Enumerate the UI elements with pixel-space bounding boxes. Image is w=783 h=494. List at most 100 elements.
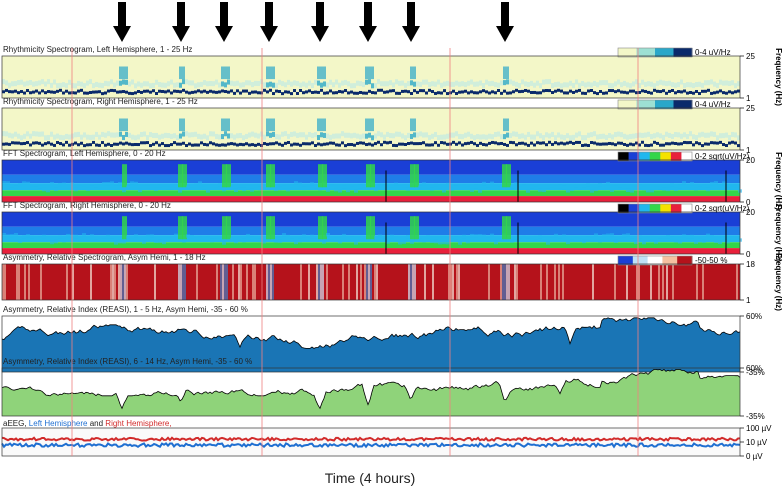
texture-band — [6, 234, 10, 238]
spectral-band — [305, 82, 308, 88]
low-frequency-band — [65, 89, 68, 93]
spectral-band — [494, 82, 497, 88]
low-frequency-band — [233, 91, 236, 95]
spectral-band — [719, 79, 722, 85]
event-band — [179, 118, 182, 132]
texture-band — [590, 189, 594, 193]
low-frequency-band — [344, 144, 347, 148]
spectral-band — [581, 81, 584, 87]
texture-band — [274, 239, 278, 243]
spectral-band — [368, 132, 371, 138]
spectral-band — [485, 134, 488, 140]
event-band — [224, 66, 227, 80]
arrow-head — [496, 26, 514, 42]
texture-band — [598, 182, 602, 187]
spectral-band — [713, 81, 716, 87]
low-frequency-band — [299, 143, 302, 147]
asymmetry-stripe — [432, 264, 434, 300]
spectral-band — [617, 79, 620, 85]
texture-band — [466, 240, 470, 244]
spectral-band — [89, 134, 92, 140]
spectral-band — [605, 134, 608, 140]
low-frequency-band — [737, 144, 740, 148]
low-frequency-band — [158, 89, 161, 93]
spectral-band — [131, 79, 134, 85]
panel-title: Asymmetry, Relative Spectrogram, Asym He… — [3, 253, 206, 262]
spectral-band — [443, 81, 446, 87]
panel-title: Rhythmicity Spectrogram, Right Hemispher… — [3, 97, 198, 106]
spectral-band — [230, 80, 233, 86]
event-band — [125, 66, 128, 80]
panel-title: Asymmetry, Relative Index (REASI), 6 - 1… — [3, 357, 252, 366]
event-band — [365, 118, 368, 132]
texture-band — [354, 241, 358, 245]
texture-band — [418, 185, 422, 189]
low-frequency-band — [398, 142, 401, 146]
spectral-band — [98, 82, 101, 88]
texture-band — [338, 189, 342, 193]
spectral-band — [323, 132, 326, 138]
spectral-band — [377, 79, 380, 85]
spectral-band — [308, 132, 311, 138]
event-band — [413, 66, 416, 80]
low-frequency-band — [608, 89, 611, 93]
low-frequency-band — [548, 140, 551, 144]
low-frequency-band — [503, 142, 506, 146]
spectral-band — [290, 81, 293, 87]
low-frequency-band — [557, 88, 560, 92]
low-frequency-band — [551, 142, 554, 146]
texture-band — [578, 186, 582, 190]
low-frequency-band — [374, 91, 377, 95]
spectral-band — [434, 131, 437, 138]
event-arrow — [311, 2, 329, 42]
spectral-band — [443, 134, 446, 140]
spectral-band — [197, 133, 200, 139]
spectral-band — [164, 82, 167, 88]
spectral-band — [11, 133, 14, 139]
texture-band — [278, 239, 282, 243]
event-band — [122, 66, 125, 80]
spectral-band — [632, 133, 635, 139]
low-frequency-band — [626, 91, 629, 95]
texture-band — [46, 236, 50, 241]
low-frequency-band — [29, 143, 32, 147]
texture-band — [94, 235, 98, 240]
spectral-band — [506, 132, 509, 138]
low-frequency-band — [608, 141, 611, 145]
asymmetry-stripe — [254, 264, 256, 300]
texture-band — [202, 186, 206, 190]
spectral-band — [185, 79, 188, 85]
texture-band — [338, 240, 342, 244]
spectral-band — [17, 80, 20, 86]
spectral-band — [179, 82, 182, 88]
spectral-band — [389, 80, 392, 86]
asymmetry-stripe — [540, 264, 542, 300]
texture-band — [230, 237, 234, 241]
low-frequency-band — [197, 89, 200, 93]
texture-band — [250, 188, 254, 192]
texture-band — [570, 235, 574, 240]
texture-band — [558, 184, 562, 189]
spectral-band — [356, 80, 359, 86]
low-frequency-band — [506, 91, 509, 95]
low-frequency-band — [239, 91, 242, 95]
low-frequency-band — [434, 141, 437, 145]
spectral-band — [134, 83, 137, 89]
low-frequency-band — [542, 141, 545, 145]
spectral-band — [524, 134, 527, 140]
low-frequency-band — [461, 90, 464, 94]
low-frequency-band — [701, 89, 704, 93]
event-band — [221, 118, 224, 132]
panel-rhythm_right: Rhythmicity Spectrogram, Right Hemispher… — [1, 97, 755, 155]
spectral-band — [158, 82, 161, 88]
texture-band — [214, 183, 218, 188]
low-frequency-band — [710, 141, 713, 145]
low-frequency-band — [206, 90, 209, 94]
texture-band — [458, 184, 462, 188]
low-frequency-band — [419, 142, 422, 146]
spectral-band — [380, 132, 383, 138]
spectral-band — [728, 80, 731, 86]
low-frequency-band — [248, 91, 251, 95]
spectral-band — [614, 81, 617, 87]
spectral-band — [299, 82, 302, 88]
